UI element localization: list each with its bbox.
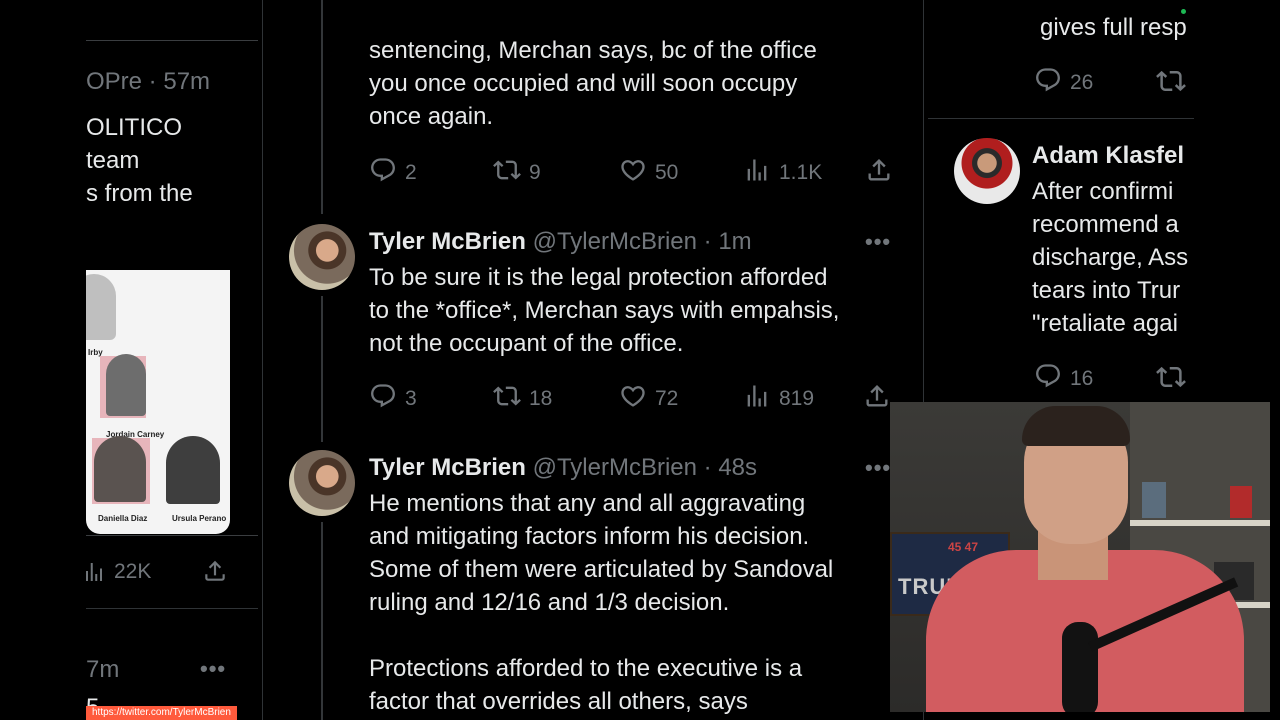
left-views[interactable]: 22K xyxy=(86,560,151,584)
right-top-text: gives full resp xyxy=(1040,14,1187,41)
reply-button[interactable]: 26 xyxy=(1034,66,1093,100)
views-icon xyxy=(86,560,106,584)
avatar[interactable] xyxy=(289,450,355,516)
tweet-1-text: To be sure it is the legal protection af… xyxy=(369,264,840,357)
repost-icon[interactable] xyxy=(1156,66,1186,96)
tweet-time[interactable]: · 48s xyxy=(704,454,757,481)
share-icon[interactable] xyxy=(863,382,891,410)
views-button[interactable]: 819 xyxy=(743,382,814,416)
left-divider xyxy=(86,608,258,609)
views-icon xyxy=(743,382,771,416)
repost-icon[interactable] xyxy=(1156,362,1186,392)
repost-icon xyxy=(493,382,521,416)
left-next-time: 7m xyxy=(86,656,120,683)
left-card-image[interactable]: Irby Jordain Carney Daniella Diaz Ursula… xyxy=(86,270,230,534)
person-photo xyxy=(94,436,146,502)
author-name[interactable]: Tyler McBrien xyxy=(369,228,526,255)
tweet-0-text: sentencing, Merchan says, bc of the offi… xyxy=(369,37,817,130)
reply-icon xyxy=(369,156,397,190)
person-photo xyxy=(86,274,116,340)
tweet-2-text: He mentions that any and all aggravating… xyxy=(369,490,834,715)
recording-indicator xyxy=(1181,9,1186,14)
thread-line xyxy=(321,296,323,442)
repost-button[interactable]: 9 xyxy=(493,156,541,190)
author-handle[interactable]: @TylerMcBrien xyxy=(533,228,697,255)
left-column: OPre · 57m OLITICO team s from the Irby … xyxy=(86,0,258,720)
webcam-overlay: 45 47 TRUMP xyxy=(890,402,1270,712)
views-icon xyxy=(743,156,771,190)
like-button[interactable]: 50 xyxy=(619,156,678,190)
more-icon[interactable]: ••• xyxy=(865,455,891,481)
tweet-time[interactable]: · 1m xyxy=(704,228,752,255)
right-divider xyxy=(928,118,1194,119)
right-tweet-text: After confirmi recommend a discharge, As… xyxy=(1032,178,1189,337)
person-photo xyxy=(166,436,220,504)
like-icon xyxy=(619,156,647,190)
like-button[interactable]: 72 xyxy=(619,382,678,416)
reply-icon xyxy=(1034,66,1062,100)
reply-icon xyxy=(1034,362,1062,396)
thread-line xyxy=(321,522,323,720)
reply-button[interactable]: 2 xyxy=(369,156,417,190)
thread-line xyxy=(321,0,323,214)
author-name[interactable]: Tyler McBrien xyxy=(369,454,526,481)
person-photo xyxy=(106,354,146,416)
link-preview-url: https://twitter.com/TylerMcBrien xyxy=(86,706,237,720)
share-icon[interactable] xyxy=(202,558,228,584)
tweet-2-header: Tyler McBrien @TylerMcBrien · 48s xyxy=(369,454,757,482)
author-name[interactable]: Adam Klasfel xyxy=(1032,142,1184,170)
left-card-text: OLITICO team s from the xyxy=(86,114,193,207)
main-timeline: sentencing, Merchan says, bc of the offi… xyxy=(262,0,924,720)
more-icon[interactable]: ••• xyxy=(200,656,226,682)
more-icon[interactable]: ••• xyxy=(865,229,891,255)
like-icon xyxy=(619,382,647,416)
tweet-1-header: Tyler McBrien @TylerMcBrien · 1m xyxy=(369,228,752,256)
avatar[interactable] xyxy=(954,138,1020,204)
author-handle[interactable]: @TylerMcBrien xyxy=(533,454,697,481)
reply-icon xyxy=(369,382,397,416)
reply-button[interactable]: 16 xyxy=(1034,362,1093,396)
reply-button[interactable]: 3 xyxy=(369,382,417,416)
left-card-handle-time: OPre · 57m xyxy=(86,68,211,95)
repost-button[interactable]: 18 xyxy=(493,382,552,416)
share-icon[interactable] xyxy=(865,156,893,184)
microphone xyxy=(1062,622,1098,712)
person-hair xyxy=(1022,406,1130,446)
avatar[interactable] xyxy=(289,224,355,290)
views-button[interactable]: 1.1K xyxy=(743,156,822,190)
repost-icon xyxy=(493,156,521,190)
